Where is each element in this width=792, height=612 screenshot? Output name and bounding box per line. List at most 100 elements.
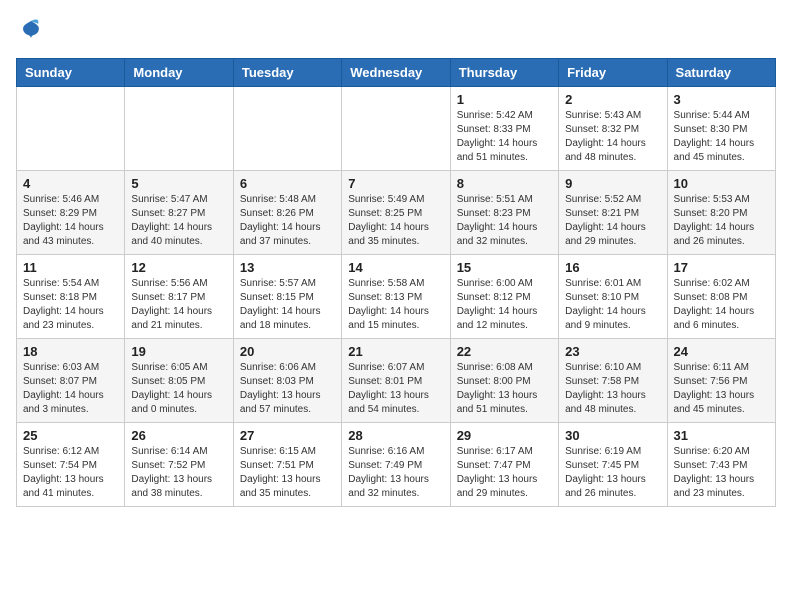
calendar-cell: 7 Sunrise: 5:49 AM Sunset: 8:25 PM Daylig…: [342, 171, 450, 255]
calendar-cell: 22 Sunrise: 6:08 AM Sunset: 8:00 PM Dayli…: [450, 339, 558, 423]
calendar-cell: 27 Sunrise: 6:15 AM Sunset: 7:51 PM Dayli…: [233, 423, 341, 507]
logo-icon: [16, 16, 46, 46]
week-row-4: 18 Sunrise: 6:03 AM Sunset: 8:07 PM Dayli…: [17, 339, 776, 423]
calendar-cell: [17, 87, 125, 171]
day-number: 7: [348, 176, 443, 191]
cell-content: Sunrise: 5:53 AM Sunset: 8:20 PM Dayligh…: [674, 193, 769, 249]
day-header-tuesday: Tuesday: [233, 59, 341, 87]
day-header-monday: Monday: [125, 59, 233, 87]
calendar-cell: 4 Sunrise: 5:46 AM Sunset: 8:29 PM Daylig…: [17, 171, 125, 255]
cell-content: Sunrise: 6:10 AM Sunset: 7:58 PM Dayligh…: [565, 361, 660, 417]
calendar-cell: 13 Sunrise: 5:57 AM Sunset: 8:15 PM Dayli…: [233, 255, 341, 339]
day-number: 18: [23, 344, 118, 359]
cell-content: Sunrise: 6:07 AM Sunset: 8:01 PM Dayligh…: [348, 361, 443, 417]
calendar-header-row: SundayMondayTuesdayWednesdayThursdayFrid…: [17, 59, 776, 87]
cell-content: Sunrise: 6:15 AM Sunset: 7:51 PM Dayligh…: [240, 445, 335, 501]
cell-content: Sunrise: 6:11 AM Sunset: 7:56 PM Dayligh…: [674, 361, 769, 417]
calendar-cell: 6Sunrise: 5:48 AM Sunset: 8:26 PM Daylig…: [233, 171, 341, 255]
calendar-cell: 18 Sunrise: 6:03 AM Sunset: 8:07 PM Dayli…: [17, 339, 125, 423]
day-header-sunday: Sunday: [17, 59, 125, 87]
day-number: 19: [131, 344, 226, 359]
cell-content: Sunrise: 6:00 AM Sunset: 8:12 PM Dayligh…: [457, 277, 552, 333]
day-number: 10: [674, 176, 769, 191]
week-row-5: 25 Sunrise: 6:12 AM Sunset: 7:54 PM Dayli…: [17, 423, 776, 507]
cell-content: Sunrise: 5:42 AM Sunset: 8:33 PM Dayligh…: [457, 109, 552, 165]
week-row-1: 1 Sunrise: 5:42 AM Sunset: 8:33 PM Daylig…: [17, 87, 776, 171]
day-number: 11: [23, 260, 118, 275]
week-row-3: 11 Sunrise: 5:54 AM Sunset: 8:18 PM Dayli…: [17, 255, 776, 339]
day-header-thursday: Thursday: [450, 59, 558, 87]
calendar-cell: 5 Sunrise: 5:47 AM Sunset: 8:27 PM Daylig…: [125, 171, 233, 255]
calendar-cell: 3 Sunrise: 5:44 AM Sunset: 8:30 PM Daylig…: [667, 87, 775, 171]
day-number: 27: [240, 428, 335, 443]
calendar-cell: 30 Sunrise: 6:19 AM Sunset: 7:45 PM Dayli…: [559, 423, 667, 507]
day-number: 21: [348, 344, 443, 359]
day-number: 13: [240, 260, 335, 275]
day-number: 30: [565, 428, 660, 443]
week-row-2: 4 Sunrise: 5:46 AM Sunset: 8:29 PM Daylig…: [17, 171, 776, 255]
day-header-friday: Friday: [559, 59, 667, 87]
day-number: 15: [457, 260, 552, 275]
cell-content: Sunrise: 6:03 AM Sunset: 8:07 PM Dayligh…: [23, 361, 118, 417]
day-number: 9: [565, 176, 660, 191]
calendar-table: SundayMondayTuesdayWednesdayThursdayFrid…: [16, 58, 776, 507]
day-number: 3: [674, 92, 769, 107]
page-header: [16, 16, 776, 46]
cell-content: Sunrise: 6:16 AM Sunset: 7:49 PM Dayligh…: [348, 445, 443, 501]
cell-content: Sunrise: 5:52 AM Sunset: 8:21 PM Dayligh…: [565, 193, 660, 249]
calendar-cell: 16Sunrise: 6:01 AM Sunset: 8:10 PM Dayli…: [559, 255, 667, 339]
calendar-cell: 29Sunrise: 6:17 AM Sunset: 7:47 PM Dayli…: [450, 423, 558, 507]
day-number: 17: [674, 260, 769, 275]
calendar-cell: 11 Sunrise: 5:54 AM Sunset: 8:18 PM Dayli…: [17, 255, 125, 339]
day-number: 25: [23, 428, 118, 443]
cell-content: Sunrise: 5:44 AM Sunset: 8:30 PM Dayligh…: [674, 109, 769, 165]
cell-content: Sunrise: 5:46 AM Sunset: 8:29 PM Dayligh…: [23, 193, 118, 249]
calendar-cell: [342, 87, 450, 171]
cell-content: Sunrise: 5:43 AM Sunset: 8:32 PM Dayligh…: [565, 109, 660, 165]
cell-content: Sunrise: 6:08 AM Sunset: 8:00 PM Dayligh…: [457, 361, 552, 417]
cell-content: Sunrise: 5:54 AM Sunset: 8:18 PM Dayligh…: [23, 277, 118, 333]
cell-content: Sunrise: 5:57 AM Sunset: 8:15 PM Dayligh…: [240, 277, 335, 333]
cell-content: Sunrise: 5:51 AM Sunset: 8:23 PM Dayligh…: [457, 193, 552, 249]
day-number: 1: [457, 92, 552, 107]
cell-content: Sunrise: 6:14 AM Sunset: 7:52 PM Dayligh…: [131, 445, 226, 501]
calendar-cell: 10 Sunrise: 5:53 AM Sunset: 8:20 PM Dayli…: [667, 171, 775, 255]
cell-content: Sunrise: 5:48 AM Sunset: 8:26 PM Dayligh…: [240, 193, 335, 249]
day-number: 4: [23, 176, 118, 191]
day-number: 29: [457, 428, 552, 443]
calendar-cell: 21 Sunrise: 6:07 AM Sunset: 8:01 PM Dayli…: [342, 339, 450, 423]
cell-content: Sunrise: 5:58 AM Sunset: 8:13 PM Dayligh…: [348, 277, 443, 333]
calendar-cell: 2 Sunrise: 5:43 AM Sunset: 8:32 PM Daylig…: [559, 87, 667, 171]
logo: [16, 16, 50, 46]
day-header-wednesday: Wednesday: [342, 59, 450, 87]
calendar-cell: 12Sunrise: 5:56 AM Sunset: 8:17 PM Dayli…: [125, 255, 233, 339]
day-number: 26: [131, 428, 226, 443]
day-number: 2: [565, 92, 660, 107]
day-number: 28: [348, 428, 443, 443]
day-number: 8: [457, 176, 552, 191]
day-header-saturday: Saturday: [667, 59, 775, 87]
calendar-cell: 15 Sunrise: 6:00 AM Sunset: 8:12 PM Dayli…: [450, 255, 558, 339]
calendar-cell: 1 Sunrise: 5:42 AM Sunset: 8:33 PM Daylig…: [450, 87, 558, 171]
day-number: 5: [131, 176, 226, 191]
calendar-cell: 19 Sunrise: 6:05 AM Sunset: 8:05 PM Dayli…: [125, 339, 233, 423]
day-number: 24: [674, 344, 769, 359]
cell-content: Sunrise: 5:56 AM Sunset: 8:17 PM Dayligh…: [131, 277, 226, 333]
day-number: 31: [674, 428, 769, 443]
cell-content: Sunrise: 5:49 AM Sunset: 8:25 PM Dayligh…: [348, 193, 443, 249]
cell-content: Sunrise: 6:02 AM Sunset: 8:08 PM Dayligh…: [674, 277, 769, 333]
calendar-cell: [125, 87, 233, 171]
day-number: 23: [565, 344, 660, 359]
cell-content: Sunrise: 6:05 AM Sunset: 8:05 PM Dayligh…: [131, 361, 226, 417]
cell-content: Sunrise: 6:12 AM Sunset: 7:54 PM Dayligh…: [23, 445, 118, 501]
calendar-cell: 23 Sunrise: 6:10 AM Sunset: 7:58 PM Dayli…: [559, 339, 667, 423]
cell-content: Sunrise: 6:01 AM Sunset: 8:10 PM Dayligh…: [565, 277, 660, 333]
cell-content: Sunrise: 6:19 AM Sunset: 7:45 PM Dayligh…: [565, 445, 660, 501]
cell-content: Sunrise: 6:06 AM Sunset: 8:03 PM Dayligh…: [240, 361, 335, 417]
cell-content: Sunrise: 5:47 AM Sunset: 8:27 PM Dayligh…: [131, 193, 226, 249]
calendar-cell: 20Sunrise: 6:06 AM Sunset: 8:03 PM Dayli…: [233, 339, 341, 423]
day-number: 22: [457, 344, 552, 359]
calendar-cell: 9 Sunrise: 5:52 AM Sunset: 8:21 PM Daylig…: [559, 171, 667, 255]
calendar-cell: 31Sunrise: 6:20 AM Sunset: 7:43 PM Dayli…: [667, 423, 775, 507]
calendar-cell: 25 Sunrise: 6:12 AM Sunset: 7:54 PM Dayli…: [17, 423, 125, 507]
